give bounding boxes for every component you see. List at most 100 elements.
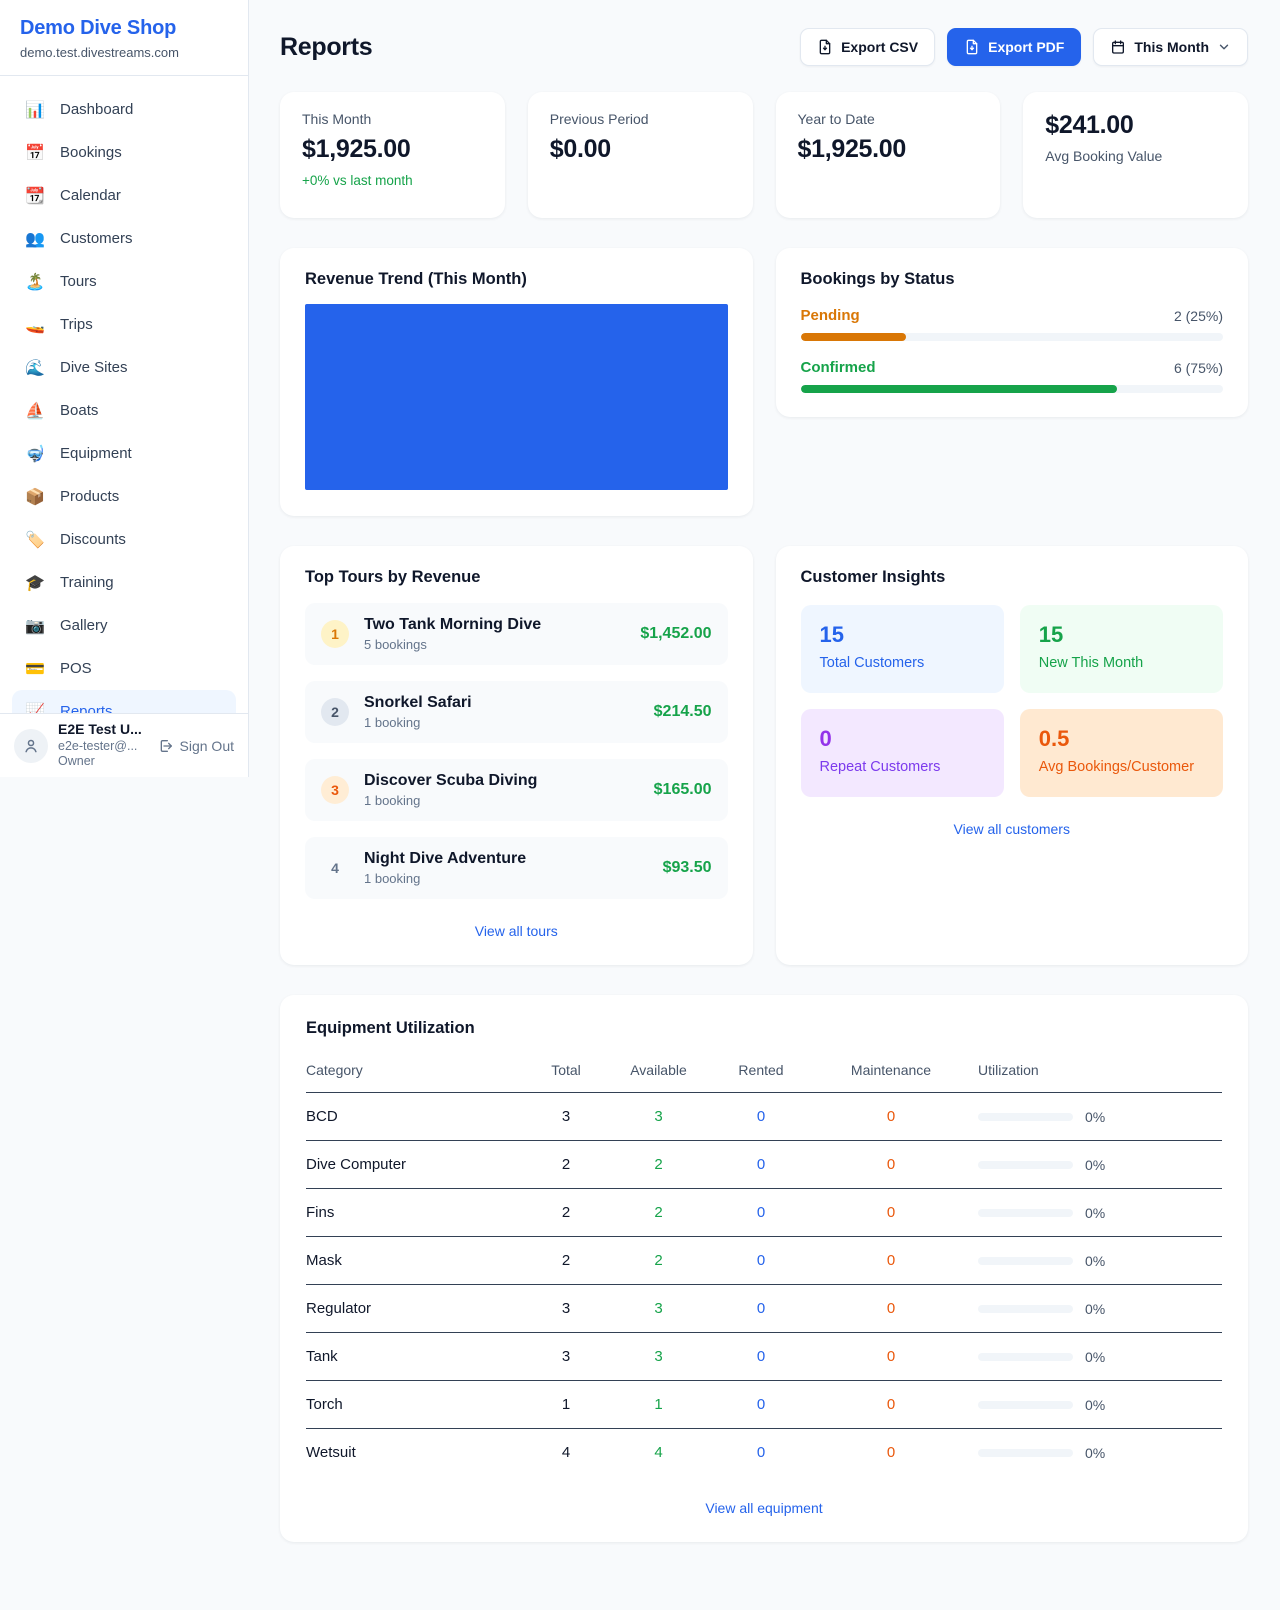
sidebar-item-products[interactable]: 📦 Products (12, 475, 236, 518)
export-pdf-button[interactable]: Export PDF (947, 28, 1081, 66)
period-dropdown[interactable]: This Month (1093, 28, 1248, 66)
sidebar-item-calendar[interactable]: 📆 Calendar (12, 174, 236, 217)
sign-out-label: Sign Out (180, 738, 234, 754)
header-actions: Export CSV Export PDF This Month (800, 28, 1248, 66)
table-row: Tank 3 3 0 0 0% (306, 1333, 1222, 1381)
nav-item-icon: 📊 (24, 100, 46, 120)
sidebar-item-label: Dashboard (60, 101, 133, 118)
tour-rank-badge: 1 (321, 620, 349, 648)
sidebar-item-equipment[interactable]: 🤿 Equipment (12, 432, 236, 475)
tour-revenue: $214.50 (654, 703, 712, 721)
equipment-maintenance: 0 (816, 1300, 966, 1317)
utilization-bar (978, 1257, 1073, 1265)
status-progress-fill (801, 333, 907, 341)
equipment-rented: 0 (706, 1204, 816, 1221)
nav-item-icon: 🌊 (24, 358, 46, 378)
insight-tiles: 15 Total Customers 15 New This Month 0 R… (801, 605, 1224, 797)
stat-card: Previous Period $0.00 (528, 92, 753, 218)
sidebar-item-reports[interactable]: 📈 Reports (12, 690, 236, 713)
sign-out-icon (158, 738, 174, 754)
sidebar-item-label: Bookings (60, 144, 122, 161)
insight-label: Repeat Customers (820, 759, 985, 775)
utilization-percent: 0% (1085, 1109, 1105, 1125)
stat-label: Previous Period (550, 111, 731, 127)
sidebar-item-label: Equipment (60, 445, 132, 462)
equipment-total: 3 (521, 1300, 611, 1317)
tour-revenue: $165.00 (654, 781, 712, 799)
sidebar-item-trips[interactable]: 🚤 Trips (12, 303, 236, 346)
equipment-total: 3 (521, 1348, 611, 1365)
view-all-equipment-link[interactable]: View all equipment (306, 1500, 1222, 1516)
equipment-category: Wetsuit (306, 1444, 521, 1461)
column-header-available: Available (611, 1062, 706, 1078)
equipment-maintenance: 0 (816, 1348, 966, 1365)
sign-out-button[interactable]: Sign Out (158, 738, 234, 754)
equipment-utilization-title: Equipment Utilization (306, 1019, 1222, 1038)
nav-item-icon: 📅 (24, 143, 46, 163)
nav-item-icon: 🎓 (24, 573, 46, 593)
page-title: Reports (280, 33, 372, 62)
view-all-customers-link[interactable]: View all customers (801, 821, 1224, 837)
equipment-category: Dive Computer (306, 1156, 521, 1173)
sidebar-user-footer: E2E Test U... e2e-tester@... Owner Sign … (0, 713, 248, 777)
utilization-bar (978, 1401, 1073, 1409)
utilization-percent: 0% (1085, 1157, 1105, 1173)
insight-tile: 15 New This Month (1020, 605, 1223, 693)
nav-item-icon: 🤿 (24, 444, 46, 464)
equipment-rented: 0 (706, 1300, 816, 1317)
customer-insights-title: Customer Insights (801, 568, 1224, 587)
sidebar-item-label: Gallery (60, 617, 108, 634)
page-header: Reports Export CSV Export PDF (280, 28, 1248, 66)
stat-label: Avg Booking Value (1045, 148, 1226, 164)
stat-value: $1,925.00 (798, 135, 979, 164)
equipment-maintenance: 0 (816, 1396, 966, 1413)
tour-rank-badge: 2 (321, 698, 349, 726)
nav-item-icon: 🏝️ (24, 272, 46, 292)
sidebar-item-bookings[interactable]: 📅 Bookings (12, 131, 236, 174)
insight-tile: 0 Repeat Customers (801, 709, 1004, 797)
equipment-maintenance: 0 (816, 1444, 966, 1461)
sidebar-item-label: POS (60, 660, 92, 677)
reports-page: Demo Dive Shop demo.test.divestreams.com… (0, 0, 1280, 1610)
tour-name: Two Tank Morning Dive (364, 616, 625, 634)
sidebar-item-tours[interactable]: 🏝️ Tours (12, 260, 236, 303)
status-bars: Pending 2 (25%) Confirmed 6 (75%) (801, 307, 1224, 393)
sidebar-item-dive-sites[interactable]: 🌊 Dive Sites (12, 346, 236, 389)
sidebar-item-customers[interactable]: 👥 Customers (12, 217, 236, 260)
sidebar-item-boats[interactable]: ⛵ Boats (12, 389, 236, 432)
utilization-percent: 0% (1085, 1301, 1105, 1317)
sidebar-item-label: Discounts (60, 531, 126, 548)
tour-row: 3 Discover Scuba Diving 1 booking $165.0… (305, 759, 728, 821)
table-row: Wetsuit 4 4 0 0 0% (306, 1429, 1222, 1476)
equipment-maintenance: 0 (816, 1108, 966, 1125)
equipment-category: Mask (306, 1252, 521, 1269)
sidebar-item-label: Calendar (60, 187, 121, 204)
sidebar-item-training[interactable]: 🎓 Training (12, 561, 236, 604)
column-header-maintenance: Maintenance (816, 1062, 966, 1078)
view-all-tours-link[interactable]: View all tours (305, 923, 728, 939)
equipment-maintenance: 0 (816, 1204, 966, 1221)
sidebar-item-pos[interactable]: 💳 POS (12, 647, 236, 690)
nav-item-icon: 🚤 (24, 315, 46, 335)
charts-row: Revenue Trend (This Month) Bookings by S… (280, 248, 1248, 516)
export-csv-button[interactable]: Export CSV (800, 28, 935, 66)
equipment-available: 3 (611, 1300, 706, 1317)
sidebar-item-label: Training (60, 574, 114, 591)
export-pdf-label: Export PDF (988, 39, 1064, 55)
revenue-trend-title: Revenue Trend (This Month) (305, 270, 728, 289)
stat-card: Year to Date $1,925.00 (776, 92, 1001, 218)
sidebar-item-gallery[interactable]: 📷 Gallery (12, 604, 236, 647)
revenue-trend-card: Revenue Trend (This Month) (280, 248, 753, 516)
status-label: Pending (801, 307, 860, 324)
sidebar-item-discounts[interactable]: 🏷️ Discounts (12, 518, 236, 561)
sidebar-item-label: Dive Sites (60, 359, 128, 376)
status-progress-track (801, 385, 1224, 393)
nav-item-icon: 📈 (24, 702, 46, 714)
sidebar-item-label: Reports (60, 703, 113, 713)
insight-label: Avg Bookings/Customer (1039, 759, 1204, 775)
equipment-rented: 0 (706, 1396, 816, 1413)
tour-name: Snorkel Safari (364, 694, 639, 712)
utilization-percent: 0% (1085, 1397, 1105, 1413)
equipment-rented: 0 (706, 1252, 816, 1269)
sidebar-item-dashboard[interactable]: 📊 Dashboard (12, 88, 236, 131)
